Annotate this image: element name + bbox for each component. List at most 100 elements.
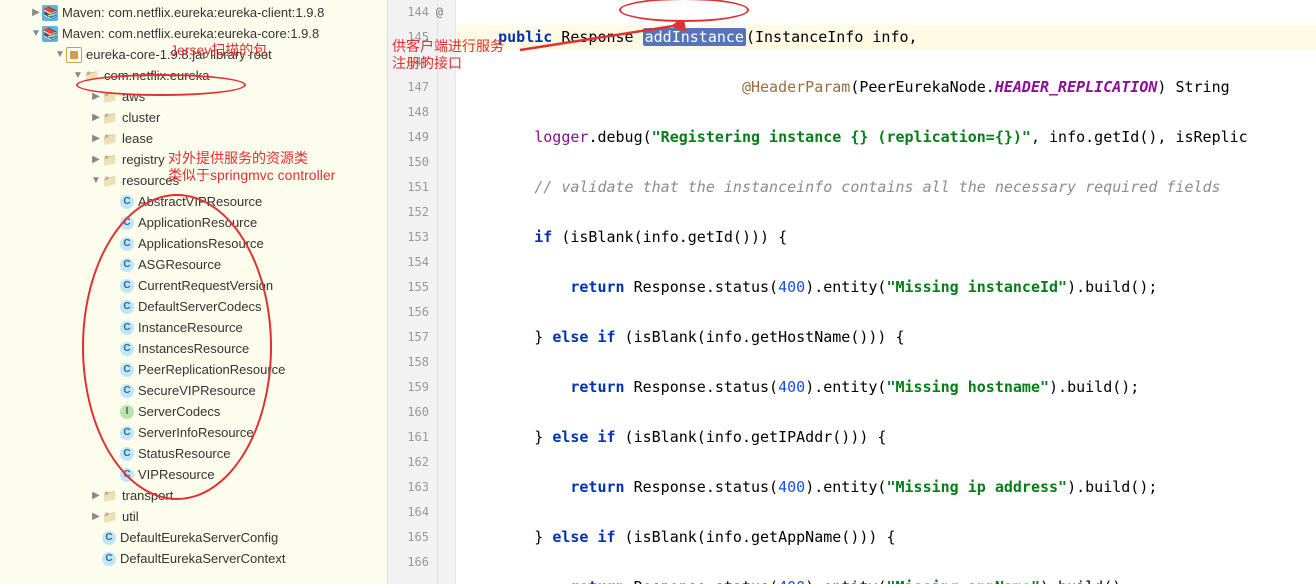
tree-label: resources <box>122 173 179 188</box>
tree-package[interactable]: ▶aws <box>0 86 387 107</box>
code-line[interactable]: if (isBlank(info.getId())) { <box>456 225 1316 250</box>
expand-arrow-icon[interactable]: ▶ <box>90 511 102 522</box>
code-line[interactable]: } else if (isBlank(info.getAppName())) { <box>456 525 1316 550</box>
jar-icon <box>66 47 82 63</box>
highlighted-method: addInstance <box>643 28 746 46</box>
code-line[interactable]: return Response.status(400).entity("Miss… <box>456 275 1316 300</box>
tree-class[interactable]: CVIPResource <box>0 464 387 485</box>
class-icon: C <box>120 447 134 461</box>
class-icon: C <box>120 426 134 440</box>
tree-lib[interactable]: ▼ Maven: com.netflix.eureka:eureka-core:… <box>0 23 387 44</box>
line-number: 153 <box>388 225 429 250</box>
code-line[interactable]: return Response.status(400).entity("Miss… <box>456 375 1316 400</box>
code-line[interactable]: @HeaderParam(PeerEurekaNode.HEADER_REPLI… <box>456 75 1316 100</box>
interface-icon: I <box>120 405 134 419</box>
tree-package[interactable]: ▶registry <box>0 149 387 170</box>
expand-arrow-icon[interactable]: ▶ <box>90 133 102 144</box>
line-number: 162 <box>388 450 429 475</box>
line-number: 166 <box>388 550 429 575</box>
tree-class[interactable]: C ApplicationResource <box>0 212 387 233</box>
code-line[interactable]: public Response addInstance(InstanceInfo… <box>456 25 1316 50</box>
code-line[interactable]: return Response.status(400).entity("Miss… <box>456 475 1316 500</box>
tree-label: InstancesResource <box>138 341 249 356</box>
line-number: 158 <box>388 350 429 375</box>
gutter-strip <box>438 0 456 584</box>
tree-label: cluster <box>122 110 160 125</box>
code-line[interactable]: logger.debug("Registering instance {} (r… <box>456 125 1316 150</box>
tree-label: transport <box>122 488 173 503</box>
tree-class[interactable]: CServerInfoResource <box>0 422 387 443</box>
line-number: 146 <box>388 50 429 75</box>
tree-label: SecureVIPResource <box>138 383 256 398</box>
expand-arrow-icon[interactable]: ▶ <box>30 7 42 18</box>
line-number: 150 <box>388 150 429 175</box>
class-icon: C <box>120 363 134 377</box>
tree-lib[interactable]: ▶ Maven: com.netflix.eureka:eureka-clien… <box>0 2 387 23</box>
code-area[interactable]: public Response addInstance(InstanceInfo… <box>456 0 1316 584</box>
tree-class[interactable]: CInstancesResource <box>0 338 387 359</box>
tree-package[interactable]: ▶ cluster <box>0 107 387 128</box>
tree-class[interactable]: CInstanceResource <box>0 317 387 338</box>
expand-arrow-icon[interactable]: ▶ <box>90 91 102 102</box>
code-line[interactable]: // validate that the instanceinfo contai… <box>456 175 1316 200</box>
tree-class[interactable]: CAbstractVIPResource <box>0 191 387 212</box>
tree-class[interactable]: C ASGResource <box>0 254 387 275</box>
tree-class[interactable]: C DefaultEurekaServerContext <box>0 548 387 569</box>
expand-arrow-icon[interactable]: ▼ <box>30 28 42 39</box>
line-number: 144@ <box>388 0 429 25</box>
line-number: 156 <box>388 300 429 325</box>
project-tree[interactable]: ▶ Maven: com.netflix.eureka:eureka-clien… <box>0 0 388 584</box>
class-icon: C <box>120 216 134 230</box>
tree-label: ApplicationResource <box>138 215 257 230</box>
code-line[interactable]: } else if (isBlank(info.getIPAddr())) { <box>456 425 1316 450</box>
tree-label: DefaultEurekaServerContext <box>120 551 285 566</box>
tree-label: eureka-core-1.9.8.jar library root <box>86 47 272 62</box>
line-number: 155 <box>388 275 429 300</box>
tree-label: DefaultServerCodecs <box>138 299 262 314</box>
tree-label: StatusResource <box>138 446 231 461</box>
tree-label: Maven: com.netflix.eureka:eureka-core:1.… <box>62 26 319 41</box>
package-icon <box>84 68 100 84</box>
line-number: 148 <box>388 100 429 125</box>
expand-arrow-icon[interactable]: ▼ <box>72 70 84 81</box>
library-icon <box>42 5 58 21</box>
tree-class[interactable]: IServerCodecs <box>0 401 387 422</box>
tree-class[interactable]: C DefaultEurekaServerConfig <box>0 527 387 548</box>
line-number-gutter: 144@145146147148149150151152153154155156… <box>388 0 438 584</box>
line-number: 147 <box>388 75 429 100</box>
tree-package[interactable]: ▶ lease <box>0 128 387 149</box>
expand-arrow-icon[interactable]: ▼ <box>54 49 66 60</box>
expand-arrow-icon[interactable]: ▶ <box>90 154 102 165</box>
tree-label: ASGResource <box>138 257 221 272</box>
tree-class[interactable]: C StatusResource <box>0 443 387 464</box>
tree-class[interactable]: CApplicationsResource <box>0 233 387 254</box>
code-line[interactable]: return Response.status(400).entity("Miss… <box>456 575 1316 584</box>
tree-package[interactable]: ▶ transport <box>0 485 387 506</box>
tree-class[interactable]: CCurrentRequestVersion <box>0 275 387 296</box>
tree-package[interactable]: ▼ com.netflix.eureka <box>0 65 387 86</box>
expand-arrow-icon[interactable]: ▼ <box>90 175 102 186</box>
tree-class[interactable]: CSecureVIPResource <box>0 380 387 401</box>
tree-class[interactable]: CPeerReplicationResource <box>0 359 387 380</box>
package-icon <box>102 152 118 168</box>
tree-jar[interactable]: ▼ eureka-core-1.9.8.jar library root <box>0 44 387 65</box>
annotation-oval <box>619 0 749 22</box>
tree-package[interactable]: ▶util <box>0 506 387 527</box>
line-number: 145 <box>388 25 429 50</box>
override-gutter-icon[interactable]: @ <box>436 0 443 25</box>
expand-arrow-icon[interactable]: ▶ <box>90 490 102 501</box>
code-line[interactable]: } else if (isBlank(info.getHostName())) … <box>456 325 1316 350</box>
class-icon: C <box>102 552 116 566</box>
expand-arrow-icon[interactable]: ▶ <box>90 112 102 123</box>
tree-package[interactable]: ▼ resources <box>0 170 387 191</box>
tree-label: lease <box>122 131 153 146</box>
class-icon: C <box>102 531 116 545</box>
code-editor[interactable]: 144@145146147148149150151152153154155156… <box>388 0 1316 584</box>
line-number: 149 <box>388 125 429 150</box>
tree-label: DefaultEurekaServerConfig <box>120 530 278 545</box>
package-icon <box>102 488 118 504</box>
class-icon: C <box>120 258 134 272</box>
line-number: 151 <box>388 175 429 200</box>
tree-class[interactable]: CDefaultServerCodecs <box>0 296 387 317</box>
package-icon <box>102 509 118 525</box>
